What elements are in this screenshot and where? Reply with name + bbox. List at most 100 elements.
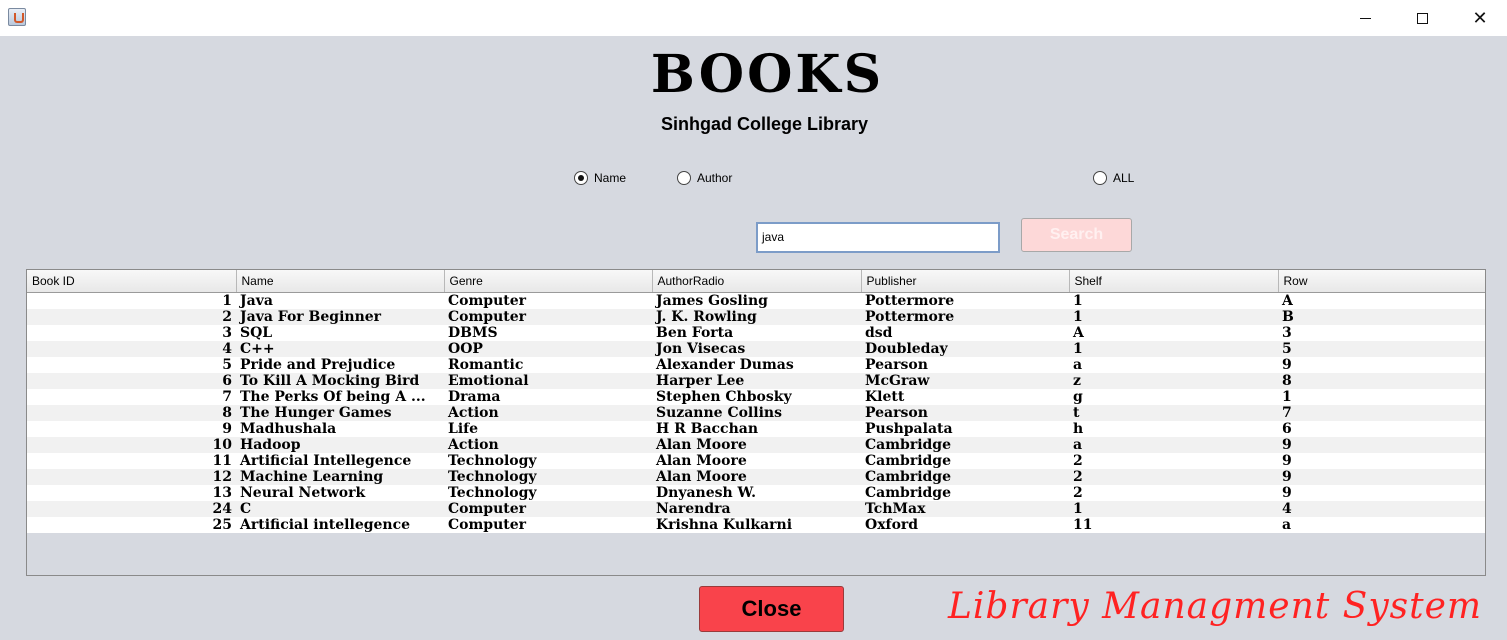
- cell-row[interactable]: 5: [1278, 340, 1485, 357]
- radio-all[interactable]: ALL: [1093, 170, 1134, 186]
- table-row[interactable]: 25 Artificial intellegence Computer Krishna…: [27, 516, 1485, 533]
- cell-name[interactable]: Madhushala: [236, 420, 444, 437]
- search-button[interactable]: Search: [1021, 218, 1132, 252]
- cell-author[interactable]: Suzanne Collins: [652, 404, 861, 421]
- cell-name[interactable]: Neural Network: [236, 484, 444, 501]
- cell-publisher[interactable]: Pearson: [861, 356, 1069, 373]
- cell-name[interactable]: C++: [236, 340, 444, 357]
- cell-author[interactable]: Harper Lee: [652, 372, 861, 389]
- cell-shelf[interactable]: h: [1069, 420, 1278, 437]
- cell-publisher[interactable]: Oxford: [861, 516, 1069, 533]
- column-header-book-id[interactable]: Book ID: [27, 270, 237, 293]
- column-header-publisher[interactable]: Publisher: [861, 270, 1070, 293]
- cell-book-id[interactable]: 1: [27, 292, 236, 309]
- cell-publisher[interactable]: Cambridge: [861, 468, 1069, 485]
- cell-book-id[interactable]: 4: [27, 340, 236, 357]
- table-row[interactable]: 11 Artificial Intellegence Technology Alan …: [27, 452, 1485, 469]
- cell-genre[interactable]: Technology: [444, 468, 652, 485]
- cell-shelf[interactable]: 1: [1069, 500, 1278, 517]
- cell-name[interactable]: Java For Beginner: [236, 308, 444, 325]
- cell-author[interactable]: Alexander Dumas: [652, 356, 861, 373]
- maximize-button[interactable]: [1399, 0, 1445, 36]
- cell-publisher[interactable]: McGraw: [861, 372, 1069, 389]
- cell-publisher[interactable]: Pottermore: [861, 292, 1069, 309]
- cell-publisher[interactable]: Cambridge: [861, 436, 1069, 453]
- close-button[interactable]: Close: [699, 586, 844, 632]
- cell-shelf[interactable]: 11: [1069, 516, 1278, 533]
- cell-author[interactable]: Alan Moore: [652, 452, 861, 469]
- table-row[interactable]: 8 The Hunger Games Action Suzanne Collins Pe…: [27, 404, 1485, 421]
- cell-genre[interactable]: Computer: [444, 516, 652, 533]
- cell-row[interactable]: 9: [1278, 484, 1485, 501]
- cell-row[interactable]: 4: [1278, 500, 1485, 517]
- cell-shelf[interactable]: z: [1069, 372, 1278, 389]
- cell-book-id[interactable]: 2: [27, 308, 236, 325]
- cell-shelf[interactable]: a: [1069, 356, 1278, 373]
- cell-book-id[interactable]: 10: [27, 436, 236, 453]
- cell-publisher[interactable]: Pushpalata: [861, 420, 1069, 437]
- window-close-button[interactable]: ✕: [1457, 0, 1503, 36]
- cell-shelf[interactable]: a: [1069, 436, 1278, 453]
- cell-publisher[interactable]: Doubleday: [861, 340, 1069, 357]
- cell-shelf[interactable]: 1: [1069, 292, 1278, 309]
- minimize-button[interactable]: [1342, 0, 1388, 36]
- cell-author[interactable]: Narendra: [652, 500, 861, 517]
- cell-genre[interactable]: Romantic: [444, 356, 652, 373]
- cell-author[interactable]: James Gosling: [652, 292, 861, 309]
- cell-name[interactable]: Artificial Intellegence: [236, 452, 444, 469]
- cell-genre[interactable]: Computer: [444, 292, 652, 309]
- table-row[interactable]: 9 Madhushala Life H R Bacchan Pushpalata h 6: [27, 420, 1485, 437]
- cell-shelf[interactable]: 2: [1069, 452, 1278, 469]
- cell-name[interactable]: Artificial intellegence: [236, 516, 444, 533]
- cell-genre[interactable]: Computer: [444, 500, 652, 517]
- cell-author[interactable]: J. K. Rowling: [652, 308, 861, 325]
- search-input[interactable]: java: [756, 222, 1000, 253]
- cell-book-id[interactable]: 24: [27, 500, 236, 517]
- cell-publisher[interactable]: Cambridge: [861, 452, 1069, 469]
- cell-row[interactable]: 9: [1278, 452, 1485, 469]
- column-header-genre[interactable]: Genre: [444, 270, 653, 293]
- cell-publisher[interactable]: dsd: [861, 324, 1069, 341]
- cell-author[interactable]: Ben Forta: [652, 324, 861, 341]
- cell-row[interactable]: 9: [1278, 436, 1485, 453]
- cell-author[interactable]: Dnyanesh W.: [652, 484, 861, 501]
- table-row[interactable]: 4 C++ OOP Jon Visecas Doubleday 1 5: [27, 340, 1485, 357]
- cell-genre[interactable]: Drama: [444, 388, 652, 405]
- cell-name[interactable]: SQL: [236, 324, 444, 341]
- table-row[interactable]: 13 Neural Network Technology Dnyanesh W. Cam…: [27, 484, 1485, 501]
- cell-book-id[interactable]: 11: [27, 452, 236, 469]
- cell-name[interactable]: Java: [236, 292, 444, 309]
- cell-row[interactable]: 1: [1278, 388, 1485, 405]
- cell-book-id[interactable]: 9: [27, 420, 236, 437]
- cell-genre[interactable]: Technology: [444, 452, 652, 469]
- cell-name[interactable]: Pride and Prejudice: [236, 356, 444, 373]
- cell-row[interactable]: 9: [1278, 468, 1485, 485]
- table-row[interactable]: 12 Machine Learning Technology Alan Moore Ca…: [27, 468, 1485, 485]
- cell-row[interactable]: a: [1278, 516, 1485, 533]
- cell-name[interactable]: The Hunger Games: [236, 404, 444, 421]
- cell-name[interactable]: Machine Learning: [236, 468, 444, 485]
- cell-genre[interactable]: Technology: [444, 484, 652, 501]
- cell-publisher[interactable]: Cambridge: [861, 484, 1069, 501]
- cell-publisher[interactable]: Pearson: [861, 404, 1069, 421]
- cell-genre[interactable]: Life: [444, 420, 652, 437]
- cell-author[interactable]: Krishna Kulkarni: [652, 516, 861, 533]
- table-row[interactable]: 5 Pride and Prejudice Romantic Alexander Du…: [27, 356, 1485, 373]
- table-row[interactable]: 1 Java Computer James Gosling Pottermore 1 A: [27, 292, 1485, 309]
- books-table[interactable]: Book ID Name Genre AuthorRadio Publisher…: [26, 269, 1486, 576]
- cell-genre[interactable]: Computer: [444, 308, 652, 325]
- cell-shelf[interactable]: 2: [1069, 484, 1278, 501]
- cell-book-id[interactable]: 8: [27, 404, 236, 421]
- radio-name[interactable]: Name: [574, 170, 626, 186]
- cell-book-id[interactable]: 6: [27, 372, 236, 389]
- cell-author[interactable]: Jon Visecas: [652, 340, 861, 357]
- cell-genre[interactable]: Action: [444, 404, 652, 421]
- cell-shelf[interactable]: t: [1069, 404, 1278, 421]
- cell-genre[interactable]: Action: [444, 436, 652, 453]
- table-row[interactable]: 6 To Kill A Mocking Bird Emotional Harper L…: [27, 372, 1485, 389]
- cell-row[interactable]: 8: [1278, 372, 1485, 389]
- cell-genre[interactable]: DBMS: [444, 324, 652, 341]
- table-row[interactable]: 3 SQL DBMS Ben Forta dsd A 3: [27, 324, 1485, 341]
- cell-row[interactable]: 7: [1278, 404, 1485, 421]
- cell-book-id[interactable]: 13: [27, 484, 236, 501]
